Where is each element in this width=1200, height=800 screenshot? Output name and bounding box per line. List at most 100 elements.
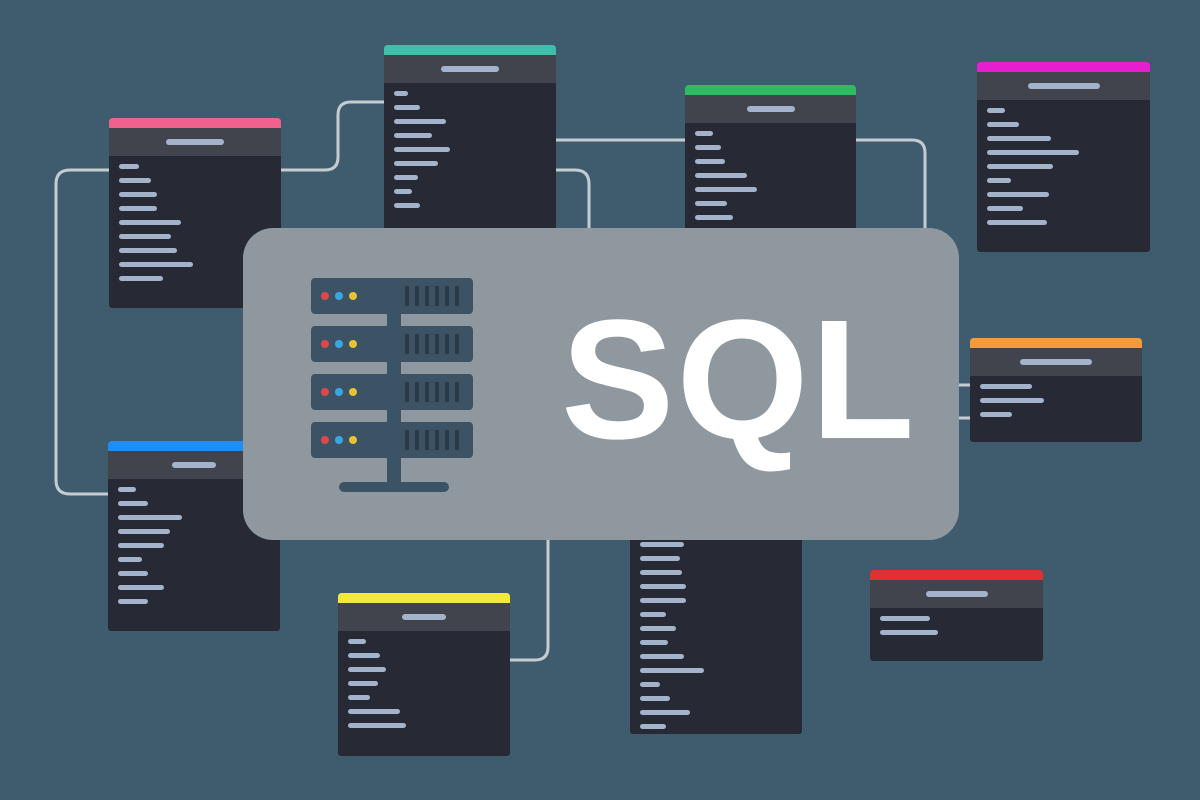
table-row <box>987 136 1051 141</box>
table-row <box>640 556 680 561</box>
banner-title: SQL <box>561 285 917 475</box>
table-accent <box>685 85 856 95</box>
table-row <box>394 161 438 166</box>
table-rows <box>685 123 856 220</box>
table-rows <box>630 530 802 729</box>
table-row <box>980 384 1032 389</box>
table-row <box>118 557 142 562</box>
table-row <box>987 220 1047 225</box>
table-header <box>109 128 281 156</box>
table-row <box>640 542 684 547</box>
table-row <box>640 724 666 729</box>
table-row <box>987 192 1049 197</box>
table-accent <box>870 570 1043 580</box>
table-row <box>119 164 139 169</box>
table-title-bar <box>402 614 446 620</box>
table-row <box>394 189 412 194</box>
table-row <box>394 203 420 208</box>
table-rows <box>977 100 1150 225</box>
table-row <box>695 173 747 178</box>
table-row <box>348 667 386 672</box>
table-green <box>685 85 856 235</box>
table-row <box>119 248 177 253</box>
table-row <box>348 709 400 714</box>
connector-pink-blue <box>54 168 111 496</box>
table-row <box>640 640 668 645</box>
table-row <box>348 681 378 686</box>
table-header <box>338 603 510 631</box>
table-row <box>640 570 682 575</box>
table-rows <box>384 83 556 208</box>
table-header <box>970 348 1142 376</box>
table-row <box>640 710 690 715</box>
table-row <box>394 119 446 124</box>
table-row <box>640 612 666 617</box>
table-row <box>119 276 163 281</box>
table-title-bar <box>1027 83 1100 89</box>
table-row <box>394 91 408 96</box>
server-unit <box>311 326 473 362</box>
table-orange <box>970 338 1142 442</box>
server-rack-icon <box>311 278 473 492</box>
connector-panel-yellow <box>508 538 550 662</box>
table-row <box>118 543 164 548</box>
table-row <box>118 571 148 576</box>
table-row <box>119 192 157 197</box>
table-row <box>695 215 733 220</box>
server-stand-base <box>339 482 449 492</box>
table-title-bar <box>925 591 988 597</box>
table-row <box>987 122 1019 127</box>
table-row <box>987 150 1079 155</box>
table-header <box>870 580 1043 608</box>
sql-diagram: SQL <box>0 0 1200 800</box>
table-title-bar <box>172 462 216 468</box>
table-magenta <box>977 62 1150 252</box>
table-accent <box>109 118 281 128</box>
table-row <box>695 145 721 150</box>
server-unit <box>311 422 473 458</box>
table-row <box>987 178 1011 183</box>
table-row <box>640 682 660 687</box>
table-row <box>394 105 420 110</box>
table-row <box>640 584 686 589</box>
table-row <box>695 201 727 206</box>
table-row <box>348 653 380 658</box>
table-row <box>980 398 1044 403</box>
table-row <box>394 147 450 152</box>
table-row <box>118 599 148 604</box>
connector-green-magenta <box>854 138 927 230</box>
table-rows <box>870 608 1043 635</box>
table-row <box>987 108 1005 113</box>
table-row <box>119 206 157 211</box>
table-row <box>640 668 704 673</box>
connector-teal-panel <box>554 168 591 230</box>
table-header <box>685 95 856 123</box>
table-row <box>880 630 938 635</box>
table-row <box>118 501 148 506</box>
table-title-bar <box>746 106 795 112</box>
table-title-bar <box>441 66 499 72</box>
table-red <box>870 570 1043 661</box>
table-row <box>118 515 182 520</box>
table-row <box>987 206 1023 211</box>
table-row <box>695 187 757 192</box>
table-row <box>980 412 1012 417</box>
table-row <box>348 695 370 700</box>
table-teal <box>384 45 556 235</box>
table-row <box>695 159 725 164</box>
table-row <box>119 234 171 239</box>
table-rows <box>338 631 510 728</box>
table-row <box>640 598 686 603</box>
table-accent <box>970 338 1142 348</box>
connector-pink-teal <box>278 100 386 172</box>
table-row <box>640 626 676 631</box>
table-rows <box>970 376 1142 417</box>
table-row <box>640 696 670 701</box>
table-row <box>119 178 151 183</box>
table-row <box>118 487 136 492</box>
table-row <box>118 585 164 590</box>
table-row <box>118 529 170 534</box>
table-title-bar <box>1020 359 1092 365</box>
table-row <box>640 654 684 659</box>
table-title-bar <box>166 139 224 145</box>
